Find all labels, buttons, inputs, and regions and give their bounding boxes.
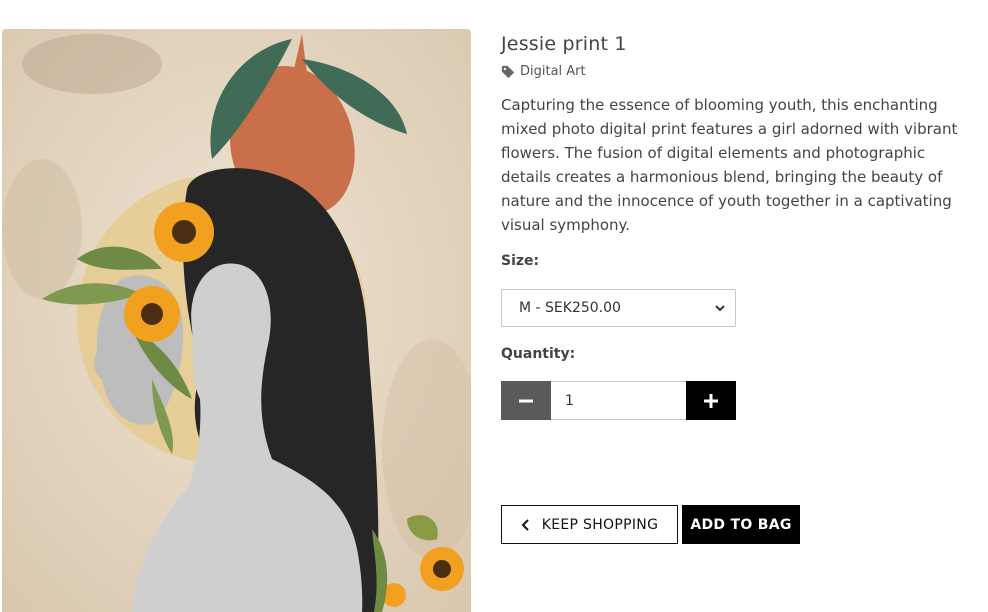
product-category[interactable]: Digital Art bbox=[501, 64, 971, 79]
chevron-left-icon bbox=[521, 518, 529, 531]
product-details: Jessie print 1 Digital Art Capturing the… bbox=[501, 30, 971, 420]
product-image bbox=[2, 29, 471, 612]
size-label: Size: bbox=[501, 253, 540, 269]
tag-icon bbox=[501, 65, 515, 78]
product-title: Jessie print 1 bbox=[501, 33, 627, 55]
chevron-down-icon bbox=[715, 305, 725, 312]
size-select-value: M - SEK250.00 bbox=[519, 300, 621, 316]
decrease-quantity-button[interactable] bbox=[501, 381, 551, 420]
product-description: Capturing the essence of blooming youth,… bbox=[501, 96, 958, 234]
size-select[interactable]: M - SEK250.00 bbox=[501, 289, 736, 327]
quantity-label: Quantity: bbox=[501, 346, 576, 362]
quantity-input[interactable]: 1 bbox=[551, 381, 686, 420]
product-artwork bbox=[2, 29, 471, 612]
increase-quantity-button[interactable] bbox=[686, 381, 736, 420]
plus-icon bbox=[704, 393, 718, 408]
category-label: Digital Art bbox=[520, 64, 586, 79]
add-to-bag-button[interactable]: ADD TO BAG bbox=[682, 505, 800, 544]
product-actions: KEEP SHOPPING ADD TO BAG bbox=[501, 505, 800, 544]
quantity-stepper: 1 bbox=[501, 381, 736, 420]
minus-icon bbox=[519, 399, 533, 402]
keep-shopping-label: KEEP SHOPPING bbox=[541, 516, 659, 533]
keep-shopping-button[interactable]: KEEP SHOPPING bbox=[501, 505, 678, 544]
